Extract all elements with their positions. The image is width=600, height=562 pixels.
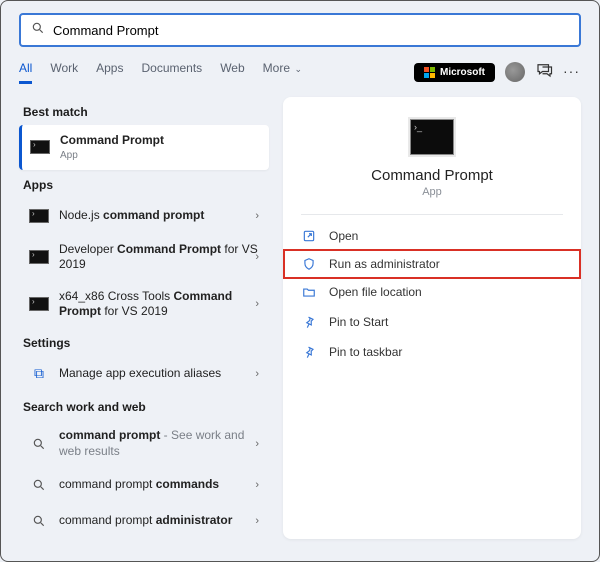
app-result-item[interactable]: Node.js command prompt ›	[19, 198, 269, 234]
filter-tabs-row: All Work Apps Documents Web More ⌄ Micro…	[19, 57, 581, 87]
tab-documents[interactable]: Documents	[141, 61, 202, 84]
app-result-text: x64_x86 Cross Tools Command Prompt for V…	[59, 289, 259, 320]
cmd-icon	[29, 206, 49, 226]
action-open[interactable]: Open	[283, 221, 581, 251]
section-settings: Settings	[23, 336, 269, 350]
microsoft-label: Microsoft	[440, 67, 485, 78]
preview-subtitle: App	[283, 186, 581, 198]
cmd-icon	[29, 247, 49, 267]
tab-work[interactable]: Work	[50, 61, 78, 84]
results-content: Best match Command Prompt App Apps Node.…	[19, 97, 581, 539]
section-best-match: Best match	[23, 105, 269, 119]
settings-result-text: Manage app execution aliases	[59, 366, 221, 382]
chevron-right-icon: ›	[255, 298, 259, 310]
microsoft-badge[interactable]: Microsoft	[414, 63, 495, 82]
action-label: Pin to Start	[329, 315, 388, 329]
best-match-text: Command Prompt App	[60, 133, 164, 162]
preview-panel: Command Prompt App Open Run as administr…	[283, 97, 581, 539]
cmd-icon	[29, 294, 49, 314]
web-result-item[interactable]: command prompt commands ›	[19, 467, 269, 503]
action-label: Open file location	[329, 285, 422, 299]
chevron-right-icon: ›	[255, 368, 259, 380]
filter-tabs: All Work Apps Documents Web More ⌄	[19, 61, 302, 84]
tab-more[interactable]: More ⌄	[263, 61, 302, 84]
chat-icon[interactable]	[535, 61, 553, 84]
cmd-large-icon	[410, 119, 454, 155]
action-pin-taskbar[interactable]: Pin to taskbar	[283, 337, 581, 367]
web-result-text: command prompt - See work and web result…	[59, 428, 259, 459]
aliases-icon: ⧉	[29, 364, 49, 384]
section-apps: Apps	[23, 178, 269, 192]
chevron-right-icon: ›	[255, 210, 259, 222]
search-icon	[29, 434, 49, 454]
header-controls: Microsoft ···	[414, 61, 581, 84]
search-icon	[29, 475, 49, 495]
search-icon	[29, 511, 49, 531]
results-list: Best match Command Prompt App Apps Node.…	[19, 97, 269, 539]
chevron-right-icon: ›	[255, 438, 259, 450]
chevron-down-icon: ⌄	[292, 64, 302, 74]
preview-icon-wrap	[283, 119, 581, 155]
start-search-window: All Work Apps Documents Web More ⌄ Micro…	[0, 0, 600, 562]
app-result-item[interactable]: x64_x86 Cross Tools Command Prompt for V…	[19, 281, 269, 328]
action-label: Open	[329, 229, 358, 243]
pin-icon	[301, 314, 317, 330]
user-avatar[interactable]	[505, 62, 525, 82]
action-pin-start[interactable]: Pin to Start	[283, 307, 581, 337]
chevron-right-icon: ›	[255, 515, 259, 527]
tab-web[interactable]: Web	[220, 61, 244, 84]
open-icon	[301, 228, 317, 244]
pin-icon	[301, 344, 317, 360]
web-result-item[interactable]: command prompt - See work and web result…	[19, 420, 269, 467]
action-label: Run as administrator	[329, 257, 440, 271]
search-icon	[31, 21, 45, 40]
settings-result-item[interactable]: ⧉ Manage app execution aliases ›	[19, 356, 269, 392]
app-result-text: Node.js command prompt	[59, 208, 204, 224]
chevron-right-icon: ›	[255, 479, 259, 491]
search-bar[interactable]	[19, 13, 581, 47]
app-result-text: Developer Command Prompt for VS 2019	[59, 242, 259, 273]
best-match-item[interactable]: Command Prompt App	[19, 125, 269, 170]
preview-title: Command Prompt	[283, 167, 581, 184]
app-result-item[interactable]: Developer Command Prompt for VS 2019 ›	[19, 234, 269, 281]
chevron-right-icon: ›	[255, 251, 259, 263]
action-open-location[interactable]: Open file location	[283, 277, 581, 307]
web-result-text: command prompt commands	[59, 477, 219, 493]
action-run-admin[interactable]: Run as administrator	[283, 249, 581, 279]
web-result-text: command prompt administrator	[59, 513, 232, 529]
section-work-web: Search work and web	[23, 400, 269, 414]
divider	[301, 214, 563, 215]
microsoft-logo-icon	[424, 67, 435, 78]
shield-icon	[301, 256, 317, 272]
folder-icon	[301, 284, 317, 300]
action-label: Pin to taskbar	[329, 345, 402, 359]
web-result-item[interactable]: command prompt administrator ›	[19, 503, 269, 539]
search-bar-wrap	[19, 13, 581, 47]
search-input[interactable]	[53, 23, 569, 38]
tab-apps[interactable]: Apps	[96, 61, 123, 84]
cmd-icon	[30, 137, 50, 157]
more-icon[interactable]: ···	[563, 63, 581, 81]
tab-all[interactable]: All	[19, 61, 32, 84]
